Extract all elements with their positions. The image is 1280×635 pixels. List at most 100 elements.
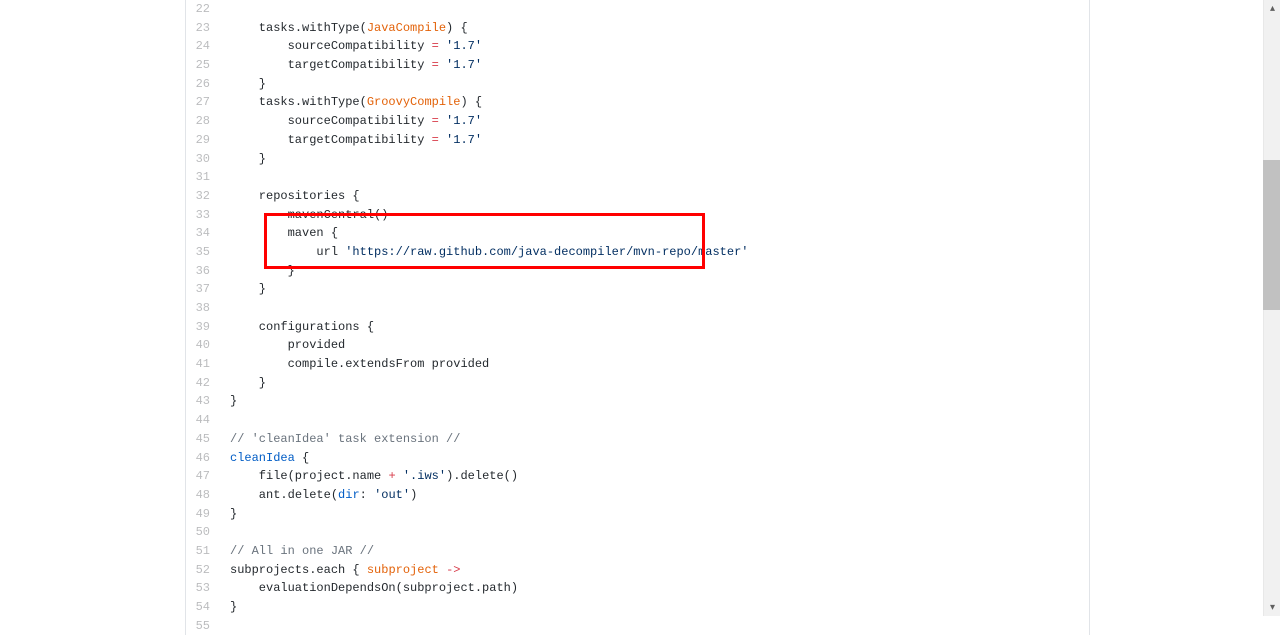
line-number: 31 xyxy=(186,168,220,187)
code-line: 50 xyxy=(186,523,1089,542)
line-number: 50 xyxy=(186,523,220,542)
line-number: 32 xyxy=(186,187,220,206)
code-line: 34 maven { xyxy=(186,224,1089,243)
line-content: } xyxy=(220,374,266,393)
line-number: 48 xyxy=(186,486,220,505)
line-content: } xyxy=(220,150,266,169)
line-content: compile.extendsFrom provided xyxy=(220,355,489,374)
code-line: 38 xyxy=(186,299,1089,318)
code-line: 40 provided xyxy=(186,336,1089,355)
code-line: 35 url 'https://raw.github.com/java-deco… xyxy=(186,243,1089,262)
code-line: 53 evaluationDependsOn(subproject.path) xyxy=(186,579,1089,598)
line-number: 55 xyxy=(186,617,220,635)
code-line: 24 sourceCompatibility = '1.7' xyxy=(186,37,1089,56)
code-line: 46cleanIdea { xyxy=(186,449,1089,468)
line-content: file(project.name + '.iws').delete() xyxy=(220,467,518,486)
line-number: 35 xyxy=(186,243,220,262)
line-content: maven { xyxy=(220,224,338,243)
line-number: 33 xyxy=(186,206,220,225)
line-number: 36 xyxy=(186,262,220,281)
line-content: ant.delete(dir: 'out') xyxy=(220,486,417,505)
line-content: targetCompatibility = '1.7' xyxy=(220,131,482,150)
line-number: 37 xyxy=(186,280,220,299)
line-number: 53 xyxy=(186,579,220,598)
line-number: 46 xyxy=(186,449,220,468)
code-line: 31 xyxy=(186,168,1089,187)
line-number: 44 xyxy=(186,411,220,430)
line-content: subprojects.each { subproject -> xyxy=(220,561,460,580)
code-line: 47 file(project.name + '.iws').delete() xyxy=(186,467,1089,486)
code-line: 28 sourceCompatibility = '1.7' xyxy=(186,112,1089,131)
line-content: } xyxy=(220,598,237,617)
line-content: } xyxy=(220,262,295,281)
line-number: 25 xyxy=(186,56,220,75)
line-content: url 'https://raw.github.com/java-decompi… xyxy=(220,243,748,262)
code-line: 39 configurations { xyxy=(186,318,1089,337)
line-content: targetCompatibility = '1.7' xyxy=(220,56,482,75)
line-number: 49 xyxy=(186,505,220,524)
code-viewer: 2223 tasks.withType(JavaCompile) {24 sou… xyxy=(185,0,1090,635)
code-line: 43} xyxy=(186,392,1089,411)
code-line: 25 targetCompatibility = '1.7' xyxy=(186,56,1089,75)
line-number: 34 xyxy=(186,224,220,243)
code-line: 26 } xyxy=(186,75,1089,94)
line-number: 51 xyxy=(186,542,220,561)
code-line: 45// 'cleanIdea' task extension // xyxy=(186,430,1089,449)
line-content: mavenCentral() xyxy=(220,206,388,225)
code-line: 29 targetCompatibility = '1.7' xyxy=(186,131,1089,150)
line-number: 41 xyxy=(186,355,220,374)
line-content: repositories { xyxy=(220,187,360,206)
code-line: 44 xyxy=(186,411,1089,430)
line-number: 45 xyxy=(186,430,220,449)
line-content: } xyxy=(220,505,237,524)
line-content: cleanIdea { xyxy=(220,449,309,468)
line-number: 47 xyxy=(186,467,220,486)
code-line: 42 } xyxy=(186,374,1089,393)
scroll-up-arrow[interactable]: ▴ xyxy=(1264,0,1280,17)
scroll-down-arrow[interactable]: ▾ xyxy=(1264,599,1280,616)
line-number: 54 xyxy=(186,598,220,617)
line-number: 52 xyxy=(186,561,220,580)
code-line: 36 } xyxy=(186,262,1089,281)
code-line: 23 tasks.withType(JavaCompile) { xyxy=(186,19,1089,38)
code-line: 32 repositories { xyxy=(186,187,1089,206)
line-number: 27 xyxy=(186,93,220,112)
line-number: 26 xyxy=(186,75,220,94)
code-line: 55 xyxy=(186,617,1089,635)
line-content: configurations { xyxy=(220,318,374,337)
line-content: tasks.withType(JavaCompile) { xyxy=(220,19,468,38)
line-number: 40 xyxy=(186,336,220,355)
code-line: 30 } xyxy=(186,150,1089,169)
line-content: } xyxy=(220,392,237,411)
line-number: 23 xyxy=(186,19,220,38)
line-number: 28 xyxy=(186,112,220,131)
code-line: 48 ant.delete(dir: 'out') xyxy=(186,486,1089,505)
code-line: 51// All in one JAR // xyxy=(186,542,1089,561)
scroll-thumb[interactable] xyxy=(1263,160,1280,310)
line-content: // All in one JAR // xyxy=(220,542,374,561)
line-number: 38 xyxy=(186,299,220,318)
line-number: 22 xyxy=(186,0,220,19)
line-content: sourceCompatibility = '1.7' xyxy=(220,112,482,131)
code-line: 41 compile.extendsFrom provided xyxy=(186,355,1089,374)
line-content: sourceCompatibility = '1.7' xyxy=(220,37,482,56)
code-line: 37 } xyxy=(186,280,1089,299)
page-wrapper: 2223 tasks.withType(JavaCompile) {24 sou… xyxy=(0,0,1280,616)
line-number: 30 xyxy=(186,150,220,169)
line-number: 43 xyxy=(186,392,220,411)
code-line: 27 tasks.withType(GroovyCompile) { xyxy=(186,93,1089,112)
code-line: 52subprojects.each { subproject -> xyxy=(186,561,1089,580)
vertical-scrollbar[interactable]: ▴ ▾ xyxy=(1263,0,1280,616)
line-number: 29 xyxy=(186,131,220,150)
line-content: provided xyxy=(220,336,345,355)
line-number: 24 xyxy=(186,37,220,56)
line-number: 39 xyxy=(186,318,220,337)
line-content: evaluationDependsOn(subproject.path) xyxy=(220,579,518,598)
line-number: 42 xyxy=(186,374,220,393)
code-line: 54} xyxy=(186,598,1089,617)
code-line: 33 mavenCentral() xyxy=(186,206,1089,225)
line-content: } xyxy=(220,75,266,94)
code-line: 49} xyxy=(186,505,1089,524)
code-line: 22 xyxy=(186,0,1089,19)
line-content: tasks.withType(GroovyCompile) { xyxy=(220,93,482,112)
